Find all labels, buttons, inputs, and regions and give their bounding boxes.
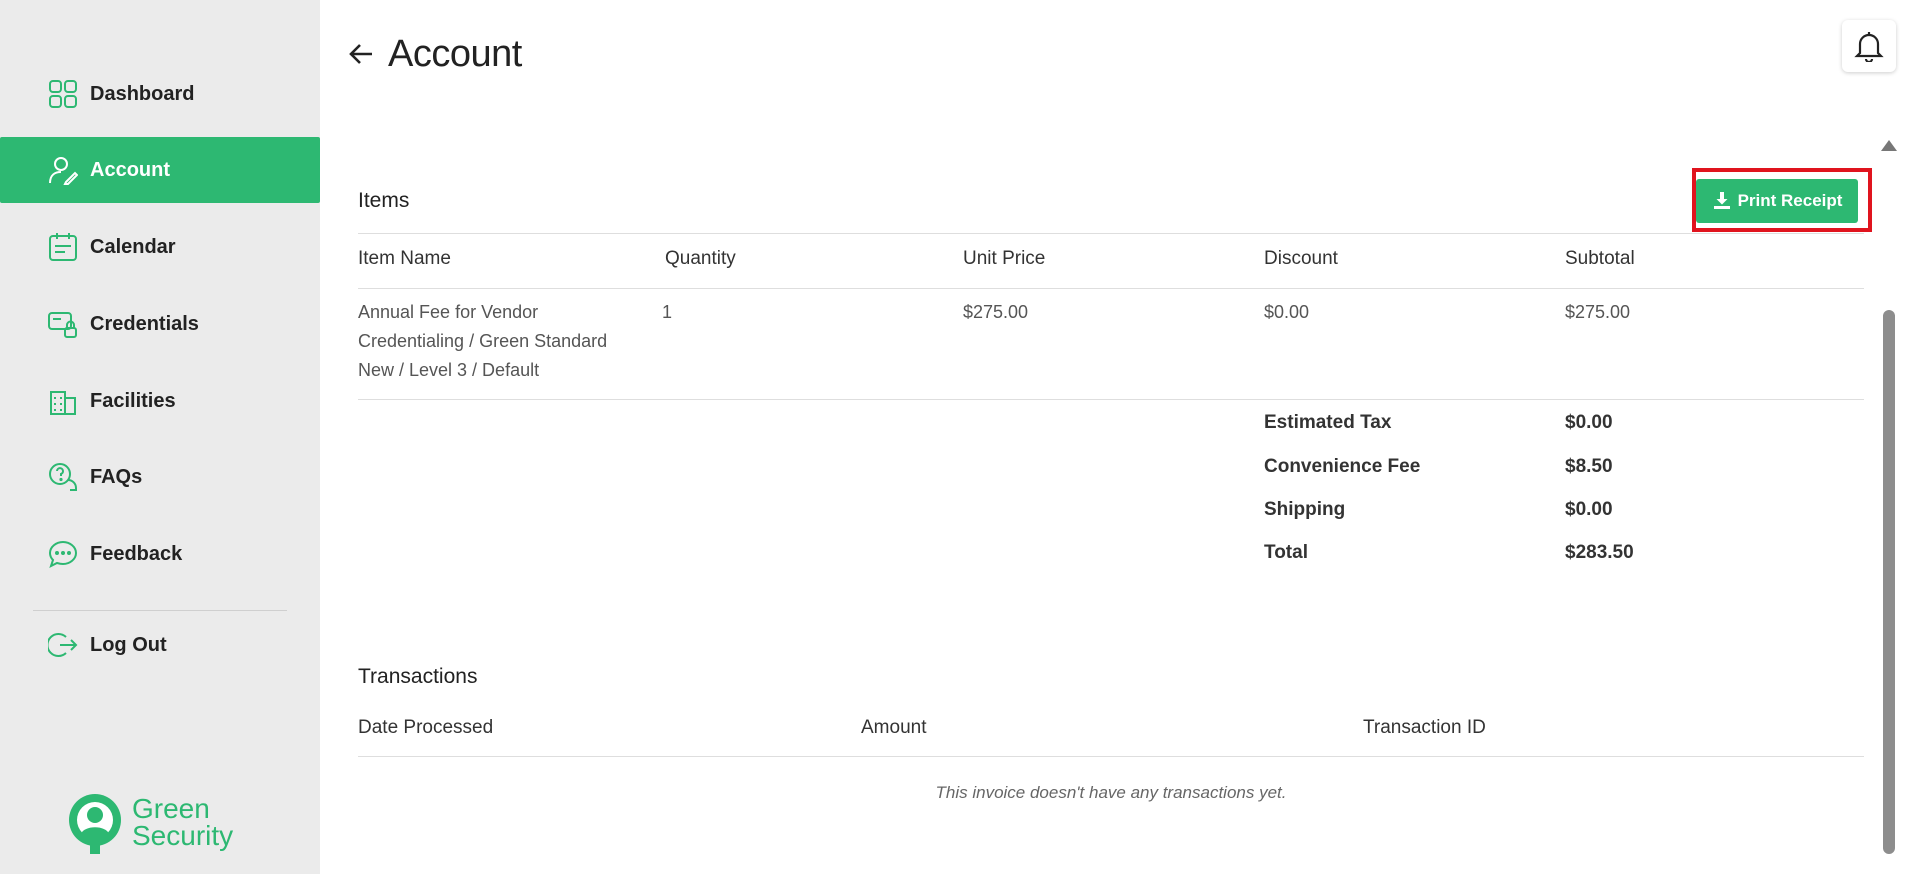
transactions-empty-message: This invoice doesn't have any transactio… <box>935 783 1287 802</box>
column-header-amount: Amount <box>861 717 927 738</box>
column-header-transaction-id: Transaction ID <box>1363 717 1486 738</box>
items-section-title: Items <box>358 189 410 212</box>
column-header-date-processed: Date Processed <box>358 717 494 738</box>
sidebar: Dashboard Account Calendar Credentials F… <box>0 0 320 874</box>
green-security-logo: Green Security <box>66 788 233 856</box>
logout-label: Log Out <box>90 633 167 656</box>
sidebar-item-account[interactable]: Account <box>0 137 320 203</box>
green-security-logo-icon <box>69 794 121 854</box>
sidebar-divider <box>33 610 287 611</box>
summary-value-total: $283.50 <box>1565 542 1634 563</box>
logout-icon <box>48 630 78 660</box>
page-title: Account <box>388 33 522 75</box>
credential-card-icon <box>48 309 78 339</box>
building-icon <box>48 386 78 416</box>
summary-label-total: Total <box>1264 542 1308 563</box>
sidebar-item-feedback[interactable]: Feedback <box>0 521 320 587</box>
sidebar-item-credentials[interactable]: Credentials <box>0 291 320 357</box>
back-arrow-icon[interactable] <box>347 40 375 68</box>
summary-value-shipping: $0.00 <box>1565 499 1613 520</box>
chat-bubble-icon <box>48 539 78 569</box>
items-divider-top <box>358 233 1864 234</box>
calendar-icon <box>48 232 78 262</box>
logo-line-2: Security <box>132 820 234 851</box>
grid-icon <box>48 79 78 109</box>
logout-button[interactable]: Log Out <box>0 612 320 678</box>
column-header-quantity: Quantity <box>665 248 736 269</box>
column-header-discount: Discount <box>1264 248 1338 269</box>
column-header-subtotal: Subtotal <box>1565 248 1635 269</box>
sidebar-item-label: FAQs <box>90 465 143 488</box>
logo-text: Green Security <box>132 793 234 851</box>
summary-value-convenience-fee: $8.50 <box>1565 456 1613 477</box>
sidebar-item-calendar[interactable]: Calendar <box>0 214 320 280</box>
scrollbar-thumb[interactable] <box>1883 310 1895 854</box>
sidebar-item-label: Dashboard <box>90 82 195 105</box>
sidebar-item-label: Calendar <box>90 235 176 258</box>
items-header-divider <box>358 288 1864 289</box>
notifications-button[interactable] <box>1842 20 1896 72</box>
summary-label-convenience-fee: Convenience Fee <box>1264 456 1421 477</box>
sidebar-item-label: Facilities <box>90 389 176 412</box>
summary-label-estimated-tax: Estimated Tax <box>1264 412 1392 433</box>
bell-icon <box>1854 32 1884 62</box>
cell-discount: $0.00 <box>1264 302 1310 322</box>
sidebar-item-faqs[interactable]: FAQs <box>0 444 320 510</box>
items-row-divider <box>358 399 1864 400</box>
column-header-item-name: Item Name <box>358 248 451 269</box>
item-name-line: Credentialing / Green Standard <box>358 331 608 351</box>
scrollbar-up-arrow[interactable] <box>1881 140 1897 151</box>
cell-subtotal: $275.00 <box>1565 302 1631 322</box>
cell-item-name: Annual Fee for Vendor Credentialing / Gr… <box>358 298 607 385</box>
cell-unit-price: $275.00 <box>963 302 1029 322</box>
sidebar-item-label: Feedback <box>90 542 183 565</box>
cell-quantity: 1 <box>662 302 673 322</box>
logo-line-1: Green <box>132 793 210 824</box>
question-bubble-icon <box>48 462 78 492</box>
item-name-line: New / Level 3 / Default <box>358 360 540 380</box>
transactions-section-title: Transactions <box>358 665 478 688</box>
column-header-unit-price: Unit Price <box>963 248 1046 269</box>
summary-label-shipping: Shipping <box>1264 499 1346 520</box>
sidebar-item-label: Credentials <box>90 312 199 335</box>
sidebar-item-label: Account <box>90 158 170 181</box>
item-name-line: Annual Fee for Vendor <box>358 302 539 322</box>
transactions-header-divider <box>358 756 1864 757</box>
summary-value-estimated-tax: $0.00 <box>1565 412 1613 433</box>
download-icon <box>1713 192 1730 209</box>
print-receipt-button[interactable]: Print Receipt <box>1696 179 1858 223</box>
sidebar-item-facilities[interactable]: Facilities <box>0 368 320 434</box>
user-edit-icon <box>48 155 78 185</box>
main-content: Account Items Print Receipt Item Name Qu… <box>320 0 1920 874</box>
print-receipt-label: Print Receipt <box>1737 191 1843 210</box>
sidebar-item-dashboard[interactable]: Dashboard <box>0 61 320 127</box>
